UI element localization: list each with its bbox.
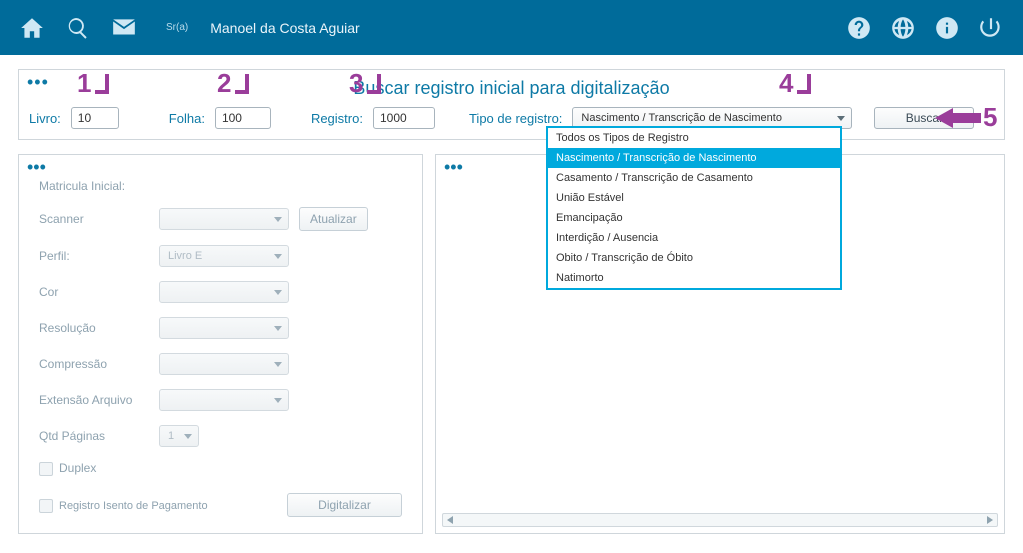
home-icon[interactable] [18, 14, 46, 42]
livro-input[interactable] [71, 107, 119, 129]
scanner-settings-panel: ••• Matricula Inicial: Scanner Atualizar… [18, 154, 423, 534]
tipo-option[interactable]: Obito / Transcrição de Óbito [548, 248, 840, 268]
buscar-button[interactable]: Buscar [874, 107, 974, 129]
qtd-paginas-select[interactable]: 1 [159, 425, 199, 447]
cor-select[interactable] [159, 281, 289, 303]
scroll-right-icon[interactable] [983, 514, 997, 526]
help-icon[interactable] [845, 14, 873, 42]
tipo-option[interactable]: Todos os Tipos de Registro [548, 128, 840, 148]
compressao-select[interactable] [159, 353, 289, 375]
tipo-registro-options: Todos os Tipos de Registro Nascimento / … [546, 126, 842, 290]
search-title: Buscar registro inicial para digitalizaç… [29, 78, 994, 99]
perfil-select[interactable]: Livro E [159, 245, 289, 267]
panel-menu-icon[interactable]: ••• [444, 157, 463, 178]
tipo-option[interactable]: Natimorto [548, 268, 840, 288]
digitalizar-button[interactable]: Digitalizar [287, 493, 402, 517]
compressao-label: Compressão [39, 357, 149, 371]
app-header: Sr(a) Manoel da Costa Aguiar [0, 0, 1023, 55]
info-icon[interactable] [933, 14, 961, 42]
qtd-paginas-label: Qtd Páginas [39, 429, 149, 443]
horizontal-scrollbar[interactable] [442, 513, 998, 527]
duplex-checkbox[interactable] [39, 462, 53, 476]
tipo-option[interactable]: Nascimento / Transcrição de Nascimento [548, 148, 840, 168]
extensao-select[interactable] [159, 389, 289, 411]
isento-checkbox-row: Registro Isento de Pagamento [39, 499, 208, 513]
search-icon[interactable] [64, 14, 92, 42]
extensao-label: Extensão Arquivo [39, 393, 149, 407]
user-prefix: Sr(a) [166, 22, 188, 33]
mail-icon[interactable] [110, 14, 138, 42]
globe-icon[interactable] [889, 14, 917, 42]
duplex-checkbox-row: Duplex [39, 461, 402, 476]
registro-input[interactable] [373, 107, 435, 129]
panel-menu-icon[interactable]: ••• [27, 72, 49, 93]
scanner-select[interactable] [159, 208, 289, 230]
registro-label: Registro: [311, 111, 363, 126]
chevron-down-icon [837, 116, 845, 121]
folha-label: Folha: [169, 111, 205, 126]
scroll-left-icon[interactable] [443, 514, 457, 526]
power-icon[interactable] [977, 14, 1005, 42]
scanner-label: Scanner [39, 212, 149, 226]
tipo-option[interactable]: Emancipação [548, 208, 840, 228]
panel-menu-icon[interactable]: ••• [27, 157, 46, 178]
atualizar-button[interactable]: Atualizar [299, 207, 368, 231]
isento-checkbox[interactable] [39, 499, 53, 513]
resolucao-label: Resolução [39, 321, 149, 335]
folha-input[interactable] [215, 107, 271, 129]
resolucao-select[interactable] [159, 317, 289, 339]
user-name: Manoel da Costa Aguiar [210, 20, 359, 36]
search-panel: ••• Buscar registro inicial para digital… [18, 69, 1005, 140]
tipo-selected-text: Nascimento / Transcrição de Nascimento [581, 112, 782, 124]
perfil-label: Perfil: [39, 249, 149, 263]
matricula-label: Matricula Inicial: [39, 179, 149, 193]
tipo-option[interactable]: Casamento / Transcrição de Casamento [548, 168, 840, 188]
cor-label: Cor [39, 285, 149, 299]
tipo-label: Tipo de registro: [469, 111, 562, 126]
tipo-option[interactable]: União Estável [548, 188, 840, 208]
livro-label: Livro: [29, 111, 61, 126]
tipo-option[interactable]: Interdição / Ausencia [548, 228, 840, 248]
